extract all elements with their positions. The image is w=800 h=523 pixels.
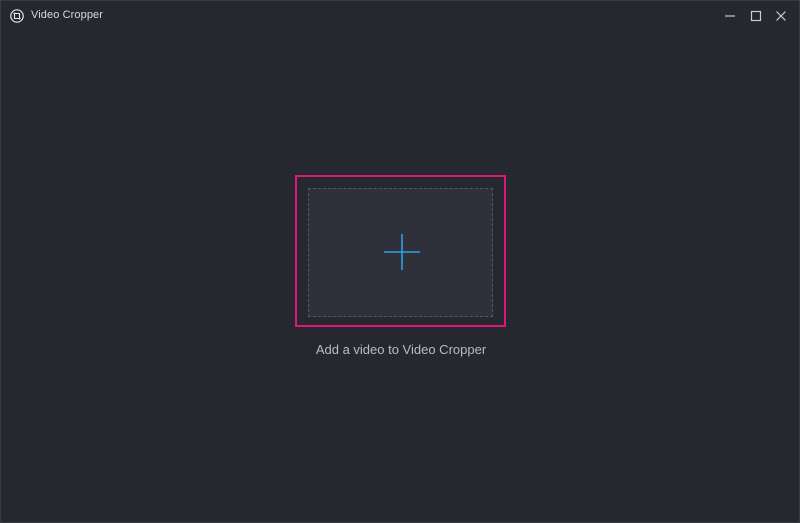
add-video-drop-zone[interactable]: [308, 188, 493, 317]
crop-icon: [10, 9, 24, 23]
minimize-icon: [725, 15, 735, 17]
maximize-icon: [750, 10, 762, 22]
add-video-caption: Add a video to Video Cropper: [315, 342, 487, 357]
close-button[interactable]: [770, 6, 792, 26]
close-icon: [776, 11, 786, 21]
minimize-button[interactable]: [719, 6, 741, 26]
title-bar[interactable]: Video Cropper: [1, 1, 799, 31]
app-window: Video Cropper Add a video to Video Cropp…: [0, 0, 800, 523]
maximize-button[interactable]: [745, 6, 767, 26]
plus-icon: [384, 234, 420, 270]
window-title: Video Cropper: [31, 9, 104, 21]
